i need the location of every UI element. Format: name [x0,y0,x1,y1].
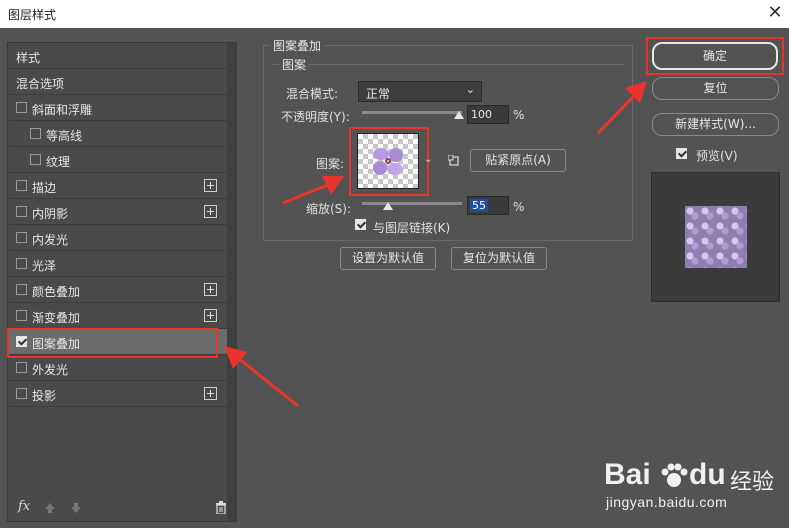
baidu-watermark: Bai du 经验 jingyan.baidu.com [604,458,784,522]
opacity-slider-track[interactable] [362,111,462,114]
preview-checkbox[interactable] [676,148,687,159]
sidebar-checkbox[interactable] [16,180,27,191]
preview-check-icon [676,148,687,159]
pattern-subgroup-title: 图案 [279,56,310,73]
new-preset-icon[interactable] [448,155,460,167]
style-preview [651,172,780,302]
opacity-label: 不透明度(Y): [281,110,350,124]
sidebar-item-4[interactable]: 描边 [9,173,227,199]
scale-value: 55 [470,199,488,212]
add-effect-plus-icon[interactable] [204,283,217,296]
sidebar-item-11[interactable]: 外发光 [9,355,227,381]
sidebar-checkbox[interactable] [16,310,27,321]
blend-mode-value: 正常 [366,87,391,101]
opacity-unit: % [513,108,525,122]
sidebar-item-label: 描边 [32,181,57,195]
pattern-subgroup-line [272,64,625,66]
move-up-icon[interactable] [45,503,55,513]
blend-options-item[interactable]: 混合选项 [9,69,227,95]
sidebar-item-label: 投影 [32,389,57,403]
sidebar-item-label: 渐变叠加 [32,311,81,325]
sidebar-item-label: 纹理 [46,155,71,169]
reset-default-button[interactable]: 复位为默认值 [451,247,547,270]
blend-mode-select[interactable]: 正常 ⌄ [358,81,482,102]
blend-options-label: 混合选项 [16,77,65,91]
opacity-input[interactable]: 100 [467,105,509,124]
add-effect-plus-icon[interactable] [204,309,217,322]
scale-slider-thumb[interactable] [383,202,393,210]
sidebar-item-label: 外发光 [32,363,69,377]
link-check-icon [355,219,366,230]
style-list-scrollbar[interactable] [227,43,237,521]
style-list-header[interactable]: 样式 [9,43,227,69]
pattern-picker-chevron-icon[interactable]: ⌄ [424,154,432,165]
preview-pattern-swatch [685,206,747,268]
paw-logo-icon [661,463,688,487]
trash-icon[interactable] [215,501,227,514]
sidebar-item-label: 等高线 [46,129,83,143]
sidebar-item-5[interactable]: 内阴影 [9,199,227,225]
reset-button[interactable]: 复位 [652,77,779,100]
move-down-icon[interactable] [71,503,81,513]
sidebar-item-7[interactable]: 光泽 [9,251,227,277]
watermark-brand: Bai [604,458,651,491]
sidebar-item-label: 斜面和浮雕 [32,103,93,117]
link-with-layer-checkbox[interactable] [355,219,366,230]
watermark-url: jingyan.baidu.com [606,494,728,510]
new-style-button[interactable]: 新建样式(W)... [652,113,779,136]
watermark-brand-suffix: du [689,458,726,491]
sidebar-item-3[interactable]: 纹理 [9,147,227,173]
styles-heading: 样式 [16,51,41,65]
style-list-panel: 样式 混合选项 斜面和浮雕 等高线 纹理 描边 内阴影 内发光 光泽 颜色叠加 渐变叠加 图案叠加… [7,42,237,522]
sidebar-item-1[interactable]: 斜面和浮雕 [9,95,227,121]
sidebar-checkbox[interactable] [16,284,27,295]
sidebar-checkbox[interactable] [16,102,27,113]
sidebar-checkbox[interactable] [30,154,41,165]
fx-icon[interactable]: fx [18,499,30,514]
sidebar-checkbox[interactable] [16,258,27,269]
sidebar-item-9[interactable]: 渐变叠加 [9,303,227,329]
highlight-box-ok [646,37,784,75]
sidebar-item-label: 光泽 [32,259,57,273]
title-bar: 图层样式 ✕ [0,0,789,28]
window-title: 图层样式 [8,8,57,22]
sidebar-item-8[interactable]: 颜色叠加 [9,277,227,303]
sidebar-item-label: 颜色叠加 [32,285,81,299]
sidebar-item-label: 内阴影 [32,207,69,221]
pattern-label: 图案: [316,157,345,171]
sidebar-checkbox[interactable] [16,206,27,217]
highlight-box-pattern-overlay [7,328,218,358]
add-effect-plus-icon[interactable] [204,387,217,400]
style-list-toolbar: fx [8,498,236,518]
scale-slider-track[interactable] [362,202,462,205]
blend-mode-label: 混合模式: [286,87,339,101]
chevron-down-icon: ⌄ [465,83,475,96]
close-icon[interactable]: ✕ [764,2,786,24]
preview-label: 预览(V) [696,149,738,163]
sidebar-checkbox[interactable] [16,362,27,373]
highlight-box-pattern [349,127,429,196]
scale-unit: % [513,200,525,214]
scale-input[interactable]: 55 [467,196,509,215]
sidebar-checkbox[interactable] [16,388,27,399]
opacity-slider-thumb[interactable] [454,111,464,119]
link-with-layer-label: 与图层链接(K) [373,221,451,235]
add-effect-plus-icon[interactable] [204,205,217,218]
sidebar-item-label: 内发光 [32,233,69,247]
sidebar-checkbox[interactable] [30,128,41,139]
sidebar-item-2[interactable]: 等高线 [9,121,227,147]
set-default-button[interactable]: 设置为默认值 [340,247,436,270]
pattern-overlay-title: 图案叠加 [270,37,325,54]
sidebar-item-6[interactable]: 内发光 [9,225,227,251]
opacity-value: 100 [471,108,492,121]
sidebar-checkbox[interactable] [16,232,27,243]
add-effect-plus-icon[interactable] [204,179,217,192]
scale-label: 缩放(S): [306,202,352,216]
watermark-cn: 经验 [730,470,775,495]
snap-to-origin-button[interactable]: 贴紧原点(A) [470,149,566,172]
sidebar-item-12[interactable]: 投影 [9,381,227,407]
